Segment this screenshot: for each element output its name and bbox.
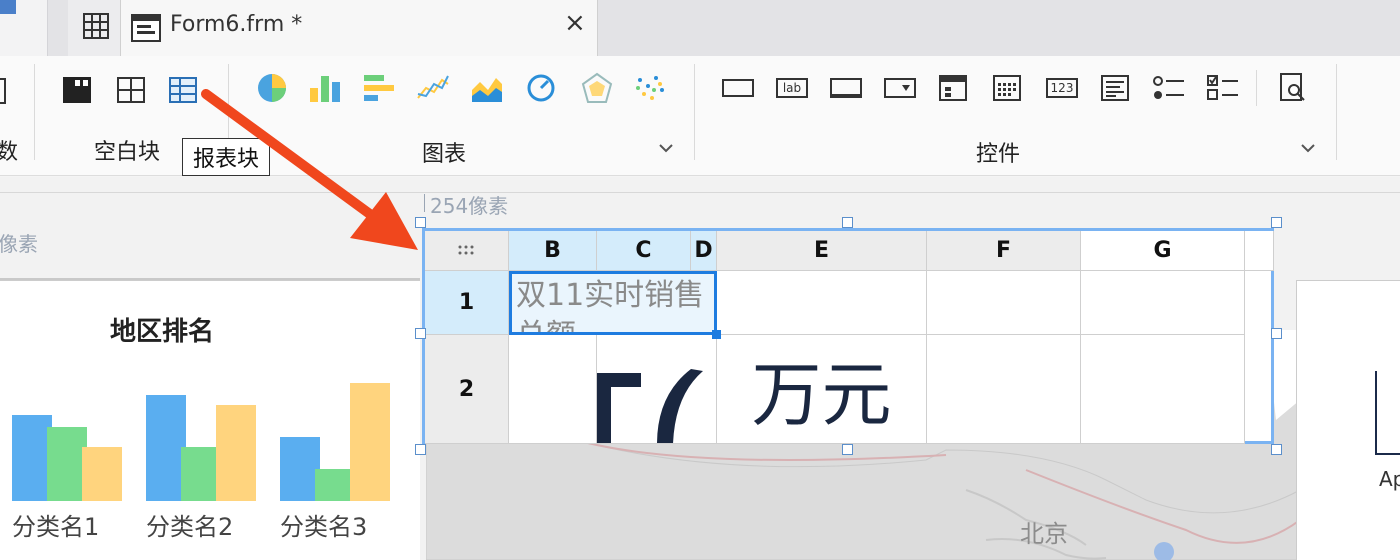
tab-overflow[interactable] [0, 0, 48, 56]
cell-fill-handle[interactable] [712, 330, 721, 339]
chevron-down-icon[interactable] [1298, 138, 1318, 158]
axis-line [1375, 371, 1377, 455]
ribbon-divider [1256, 70, 1257, 106]
chart-widget-region-ranking[interactable]: 地区排名 分类名1 分类名2 分类名3 [0, 280, 420, 560]
textarea-widget-icon[interactable] [1100, 74, 1130, 102]
ribbon-divider [1336, 64, 1337, 160]
bar-chart-icon[interactable] [308, 72, 342, 104]
checkbox-group-widget-icon[interactable] [1206, 74, 1240, 102]
close-icon[interactable]: × [564, 8, 586, 38]
ruler-line [0, 192, 1400, 193]
cell-G2[interactable] [1081, 335, 1245, 444]
cell-E1[interactable] [717, 271, 927, 335]
ruler-width-label: 254像素 [430, 194, 509, 218]
chart-bar [146, 395, 186, 501]
report-block-icon[interactable] [168, 76, 198, 104]
ribbon-group-label-blank-block: 空白块 [94, 140, 161, 165]
layout-block-icon[interactable] [62, 76, 92, 104]
gauge-chart-icon[interactable] [524, 72, 558, 104]
column-header-C[interactable]: C [597, 231, 691, 271]
search-widget-icon[interactable] [1278, 72, 1308, 104]
chart-bar [350, 383, 390, 501]
grid-corner-handle[interactable] [425, 231, 509, 271]
ribbon-divider [694, 64, 695, 160]
dropdown-widget-icon[interactable] [884, 78, 916, 98]
column-header-extra[interactable] [1245, 231, 1274, 271]
button-widget-icon[interactable] [722, 79, 754, 97]
chart-bar [280, 437, 320, 501]
line-chart-icon[interactable] [416, 72, 450, 104]
resize-handle[interactable] [1271, 217, 1282, 228]
category-label: 分类名2 [146, 513, 234, 541]
ribbon-group-label-chart: 图表 [422, 142, 467, 167]
resize-handle[interactable] [842, 217, 853, 228]
cell-G1[interactable] [1081, 271, 1245, 335]
column-header-F[interactable]: F [927, 231, 1081, 271]
chart-bar [12, 415, 52, 501]
chevron-down-icon[interactable] [656, 138, 676, 158]
area-chart-icon[interactable] [470, 72, 504, 104]
cell-F2[interactable] [927, 335, 1081, 444]
cell-B1-selected[interactable]: 双11实时销售总额 [509, 271, 717, 335]
horizontal-bar-chart-icon[interactable] [362, 72, 396, 104]
column-header-E[interactable]: E [717, 231, 927, 271]
report-block[interactable]: B C D E F G 1 2 万元 双11实时销售总额 [422, 228, 1274, 444]
grid-tab-icon[interactable] [68, 0, 120, 56]
cell-E2-unit[interactable]: 万元 [717, 335, 927, 444]
date-widget-icon[interactable] [938, 74, 968, 102]
calendar-widget-icon[interactable] [992, 74, 1022, 102]
resize-handle[interactable] [1271, 328, 1282, 339]
tooltip-report-block: 报表块 [182, 138, 271, 176]
map-city-label: 北京 [1020, 520, 1068, 548]
ribbon-group-label-controls: 控件 [976, 142, 1021, 167]
radio-group-widget-icon[interactable] [1152, 74, 1186, 102]
axis-line [1375, 453, 1400, 455]
cell-F1[interactable] [927, 271, 1081, 335]
chart-bar [216, 405, 256, 501]
cell-C2[interactable] [597, 335, 717, 444]
ribbon-group-label-cut: 数 [0, 140, 19, 165]
axis-label: Ap [1379, 467, 1400, 491]
category-label: 分类名1 [12, 513, 100, 541]
resize-handle[interactable] [842, 444, 853, 455]
cut-icon[interactable] [0, 78, 6, 104]
chart-bar [181, 447, 221, 501]
row-header-2[interactable]: 2 [425, 335, 509, 444]
chart-title: 地区排名 [110, 317, 215, 347]
resize-handle[interactable] [415, 444, 426, 455]
resize-handle[interactable] [415, 217, 426, 228]
ruler-left-label: 像素 [0, 232, 38, 256]
chart-bar [47, 427, 87, 501]
column-header-B[interactable]: B [509, 231, 597, 271]
chart-bar [82, 447, 122, 501]
tab-title: Form6.frm * [170, 12, 303, 37]
category-label: 分类名3 [280, 513, 368, 541]
cell-B2[interactable] [509, 335, 597, 444]
text-field-widget-icon[interactable] [830, 78, 862, 98]
scatter-chart-icon[interactable] [634, 72, 668, 104]
radar-chart-icon[interactable] [580, 72, 614, 104]
chart-widget-right[interactable]: Ap [1296, 280, 1400, 560]
chart-bar [315, 469, 355, 501]
bar-chart-plot [0, 361, 420, 501]
column-header-G[interactable]: G [1081, 231, 1245, 271]
resize-handle[interactable] [415, 328, 426, 339]
ruler-tick [424, 194, 425, 212]
column-header-D[interactable]: D [691, 231, 717, 271]
row-header-1[interactable]: 1 [425, 271, 509, 335]
number-widget-icon[interactable]: 123 [1046, 78, 1078, 98]
ribbon-divider [34, 64, 35, 160]
resize-handle[interactable] [1271, 444, 1282, 455]
form-file-icon [131, 14, 161, 42]
cell-B1-text: 双11实时销售总额 [516, 278, 705, 332]
label-widget-icon[interactable]: lab [776, 78, 808, 98]
split-block-icon[interactable] [116, 76, 146, 104]
pie-chart-icon[interactable] [256, 72, 288, 104]
